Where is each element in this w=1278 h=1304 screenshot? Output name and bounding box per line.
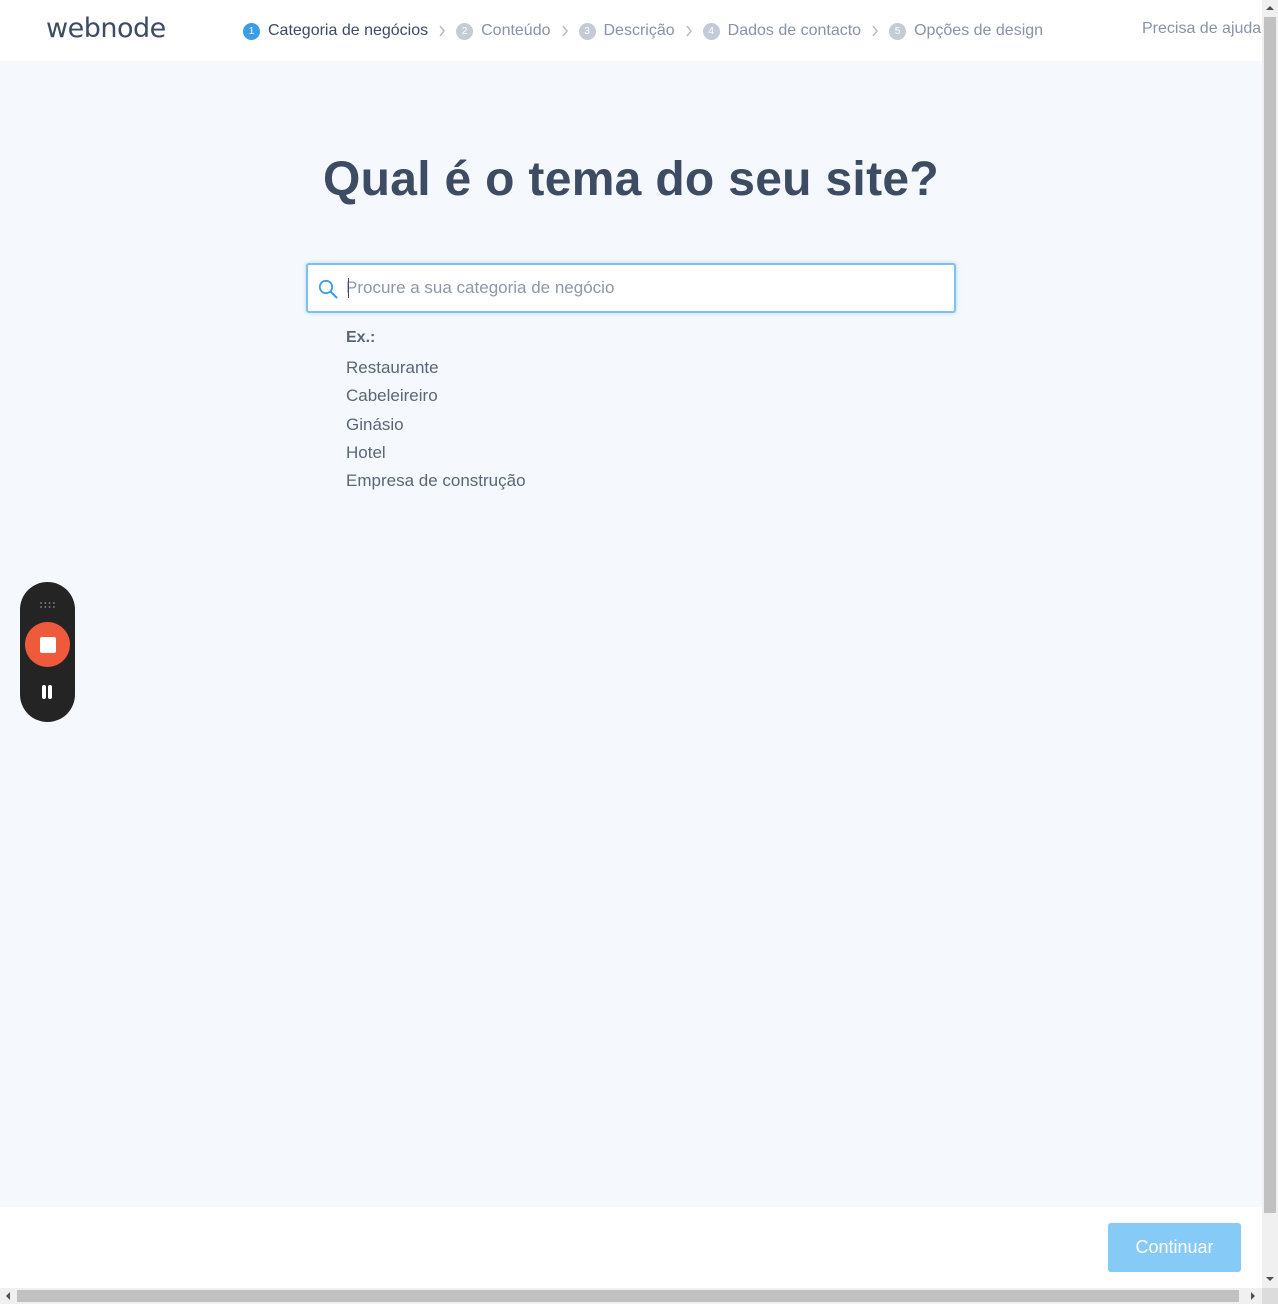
- pause-icon[interactable]: [40, 685, 54, 701]
- example-categories: Ex.: Restaurante Cabeleireiro Ginásio Ho…: [346, 329, 526, 498]
- step-label: Opções de design: [914, 22, 1044, 39]
- step-label: Categoria de negócios: [268, 22, 429, 39]
- step-contact-details[interactable]: 4 Dados de contacto: [702, 22, 862, 40]
- step-number: 2: [456, 22, 474, 40]
- step-number: 4: [702, 22, 720, 40]
- bottom-bar: Continuar: [0, 1207, 1262, 1288]
- text-caret: [348, 278, 349, 298]
- page-title: Qual é o tema do seu site?: [323, 153, 939, 206]
- category-search-box: [306, 263, 956, 313]
- step-number: 1: [243, 22, 260, 40]
- chevron-right-icon: [428, 22, 456, 40]
- screen-recorder-widget: [20, 582, 75, 722]
- step-content[interactable]: 2 Conteúdo: [456, 22, 551, 40]
- step-business-category[interactable]: 1 Categoria de negócios: [243, 22, 428, 40]
- step-number: 5: [889, 22, 907, 40]
- search-icon: [318, 279, 338, 304]
- top-bar: webnode 1 Categoria de negócios 2 Conteú…: [0, 0, 1262, 61]
- scroll-down-icon[interactable]: [1262, 1271, 1278, 1287]
- category-search-input[interactable]: [346, 265, 946, 311]
- help-link[interactable]: Precisa de ajuda?: [1142, 20, 1262, 38]
- examples-label: Ex.:: [346, 329, 376, 346]
- webnode-logo[interactable]: webnode: [46, 13, 166, 44]
- drag-handle-icon[interactable]: [39, 596, 56, 608]
- example-hotel[interactable]: Hotel: [346, 442, 526, 470]
- horizontal-scrollbar[interactable]: [0, 1288, 1262, 1304]
- example-restaurante[interactable]: Restaurante: [346, 357, 526, 385]
- step-label: Descrição: [603, 22, 675, 39]
- chevron-right-icon: [675, 22, 703, 40]
- step-label: Dados de contacto: [727, 22, 862, 39]
- example-ginasio[interactable]: Ginásio: [346, 414, 526, 442]
- chevron-right-icon: [861, 22, 889, 40]
- scroll-up-icon[interactable]: [1262, 0, 1278, 16]
- step-design-options[interactable]: 5 Opções de design: [889, 22, 1043, 40]
- example-cabeleireiro[interactable]: Cabeleireiro: [346, 385, 526, 413]
- horizontal-scroll-thumb[interactable]: [17, 1290, 1239, 1302]
- scroll-left-icon[interactable]: [0, 1288, 16, 1304]
- stop-icon: [39, 636, 56, 653]
- stop-recording-button[interactable]: [25, 622, 70, 667]
- progress-steps: 1 Categoria de negócios 2 Conteúdo 3 Des…: [243, 19, 1043, 43]
- step-label: Conteúdo: [481, 22, 551, 39]
- continue-button[interactable]: Continuar: [1108, 1223, 1241, 1272]
- vertical-scroll-thumb[interactable]: [1264, 17, 1276, 1213]
- chevron-right-icon: [551, 22, 579, 40]
- step-number: 3: [578, 22, 596, 40]
- scroll-right-icon[interactable]: [1245, 1288, 1261, 1304]
- step-description[interactable]: 3 Descrição: [578, 22, 675, 40]
- scrollbar-corner: [1262, 1288, 1278, 1304]
- example-empresa-de-construcao[interactable]: Empresa de construção: [346, 470, 526, 498]
- vertical-scrollbar[interactable]: [1262, 0, 1278, 1288]
